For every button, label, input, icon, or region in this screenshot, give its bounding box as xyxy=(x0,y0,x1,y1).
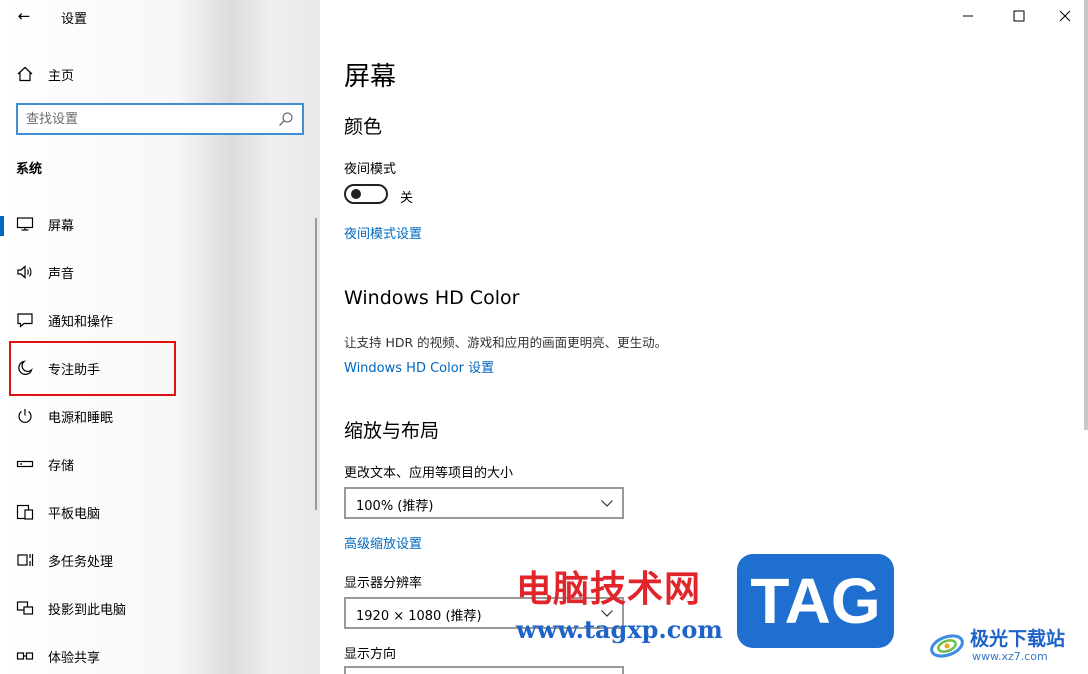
minimize-button[interactable] xyxy=(946,0,992,32)
monitor-icon xyxy=(16,217,34,231)
color-heading: 颜色 xyxy=(344,116,383,138)
sidebar-item-label: 平板电脑 xyxy=(48,507,101,522)
orientation-label: 显示方向 xyxy=(344,647,397,662)
sidebar-item-power-sleep[interactable]: 电源和睡眠 xyxy=(0,396,300,436)
share-icon xyxy=(16,652,34,660)
scale-heading: 缩放与布局 xyxy=(344,420,440,442)
swirl-logo-icon xyxy=(930,634,964,658)
watermark-site-name: 电脑技术网 xyxy=(516,569,702,610)
sidebar: ← 设置 主页 系统 屏幕 声音 xyxy=(0,0,320,674)
app-title: 设置 xyxy=(61,12,88,27)
sidebar-item-label: 体验共享 xyxy=(48,651,101,666)
scale-value: 100% (推荐) xyxy=(356,499,434,514)
highlight-annotation xyxy=(9,341,176,396)
section-title: 系统 xyxy=(16,162,43,177)
sidebar-item-display[interactable]: 屏幕 xyxy=(0,204,300,244)
watermark-tag-logo: TAG xyxy=(737,554,894,648)
resolution-label: 显示器分辨率 xyxy=(344,576,423,591)
night-mode-toggle[interactable] xyxy=(344,184,388,204)
sidebar-item-tablet[interactable]: 平板电脑 xyxy=(0,492,300,532)
chevron-down-icon xyxy=(601,500,613,507)
hdr-heading: Windows HD Color xyxy=(344,287,520,309)
power-icon xyxy=(18,409,32,423)
sidebar-item-project[interactable]: 投影到此电脑 xyxy=(0,588,300,628)
back-button[interactable]: ← xyxy=(12,6,36,26)
resolution-value: 1920 × 1080 (推荐) xyxy=(356,609,482,624)
sidebar-item-shared-experiences[interactable]: 体验共享 xyxy=(0,636,300,674)
watermark-logo: 极光下载站 www.xz7.com xyxy=(928,624,1078,666)
scale-label: 更改文本、应用等项目的大小 xyxy=(344,466,514,481)
sidebar-item-label: 屏幕 xyxy=(48,219,75,234)
search-box[interactable] xyxy=(16,103,304,135)
page-title: 屏幕 xyxy=(344,62,397,92)
storage-icon xyxy=(16,460,34,468)
sidebar-item-label: 通知和操作 xyxy=(48,315,114,330)
watermark-logo-url: www.xz7.com xyxy=(972,650,1048,663)
hdr-description: 让支持 HDR 的视频、游戏和应用的画面更明亮、更生动。 xyxy=(344,335,668,350)
orientation-dropdown[interactable] xyxy=(344,666,624,674)
sidebar-scrollbar[interactable] xyxy=(315,218,317,510)
close-button[interactable] xyxy=(1042,0,1088,32)
speaker-icon xyxy=(17,265,32,279)
sidebar-item-label: 存储 xyxy=(48,459,75,474)
sidebar-item-label: 多任务处理 xyxy=(48,555,114,570)
home-icon xyxy=(17,66,33,82)
sidebar-item-home[interactable]: 主页 xyxy=(0,58,320,90)
sidebar-item-label: 声音 xyxy=(48,267,75,282)
sidebar-item-notifications[interactable]: 通知和操作 xyxy=(0,300,300,340)
sidebar-item-storage[interactable]: 存储 xyxy=(0,444,300,484)
scale-dropdown[interactable]: 100% (推荐) xyxy=(344,487,624,519)
tablet-icon xyxy=(16,504,34,520)
sidebar-item-multitasking[interactable]: 多任务处理 xyxy=(0,540,300,580)
main-scrollbar[interactable] xyxy=(1084,0,1088,430)
toggle-knob xyxy=(351,189,361,199)
sidebar-item-label: 电源和睡眠 xyxy=(48,411,114,426)
search-input[interactable] xyxy=(26,110,276,128)
maximize-button[interactable] xyxy=(996,0,1042,32)
sidebar-item-label: 投影到此电脑 xyxy=(48,603,127,618)
hdr-settings-link[interactable]: Windows HD Color 设置 xyxy=(344,357,494,376)
notification-icon xyxy=(17,313,33,328)
night-mode-state: 关 xyxy=(400,191,414,206)
night-mode-settings-link[interactable]: 夜间模式设置 xyxy=(344,223,422,242)
night-mode-label: 夜间模式 xyxy=(344,162,397,177)
watermark-logo-name: 极光下载站 xyxy=(970,628,1066,650)
project-icon xyxy=(16,601,34,615)
multitask-icon xyxy=(17,554,34,566)
title-bar: ← 设置 xyxy=(0,0,320,32)
watermark-site-url: www.tagxp.com xyxy=(516,615,723,644)
sidebar-item-label: 主页 xyxy=(48,69,75,84)
search-icon[interactable] xyxy=(278,111,294,127)
main-content: 屏幕 颜色 夜间模式 关 夜间模式设置 Windows HD Color 让支持… xyxy=(320,0,1088,674)
advanced-scaling-link[interactable]: 高级缩放设置 xyxy=(344,533,422,552)
sidebar-item-sound[interactable]: 声音 xyxy=(0,252,300,292)
